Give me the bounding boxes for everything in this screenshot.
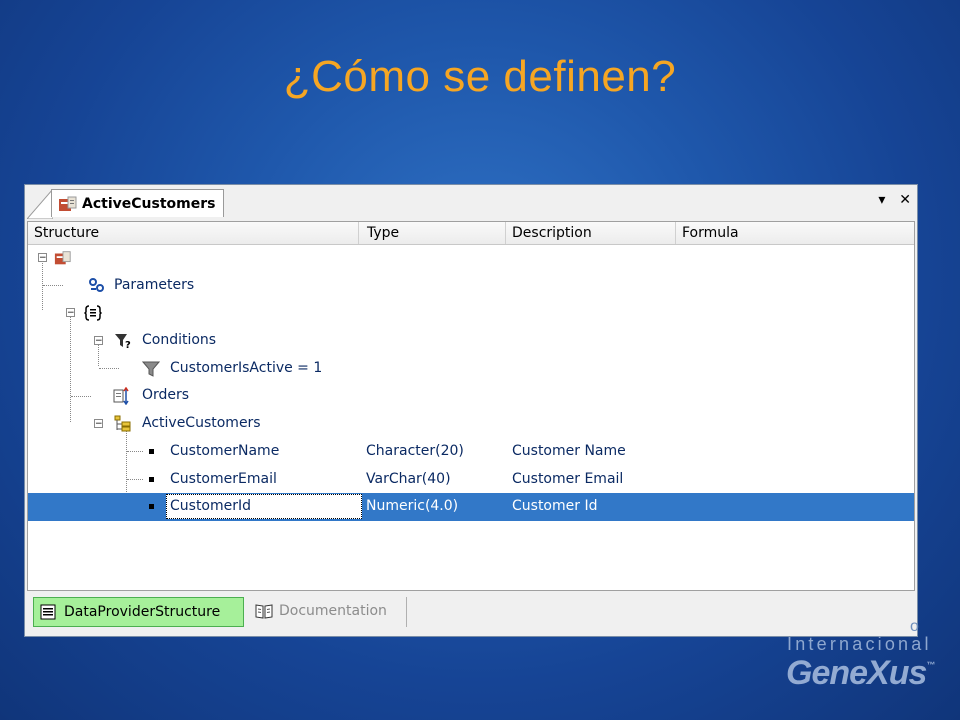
tab-dataproviderstructure[interactable]: DataProviderStructure — [33, 597, 244, 627]
structure-icon — [40, 604, 56, 620]
filter-icon — [142, 361, 160, 377]
attribute-description: Customer Name — [512, 442, 626, 459]
structure-grid: Structure Type Description Formula − Par… — [27, 221, 915, 591]
column-header-structure[interactable]: Structure — [28, 222, 359, 244]
tree-row-root[interactable]: − — [28, 244, 914, 272]
close-icon[interactable]: ✕ — [899, 192, 911, 208]
tree-row-orders[interactable]: Orders — [28, 382, 914, 410]
tree-row-activecustomers[interactable]: − ActiveCustomers — [28, 410, 914, 438]
tree-row-group[interactable]: − — [28, 299, 914, 327]
genexus-logo: GeneXus™ — [786, 654, 935, 692]
dataprovider-icon — [54, 251, 71, 265]
tab-documentation[interactable]: Documentation — [249, 597, 407, 627]
window-controls: ▾ ✕ — [868, 191, 911, 208]
tree-row-attribute[interactable]: CustomerEmail VarChar(40) Customer Email — [28, 466, 914, 494]
collapse-toggle-icon[interactable]: − — [38, 253, 47, 263]
pin-dropdown-icon[interactable]: ▾ — [878, 192, 885, 208]
svg-text:?: ? — [125, 340, 131, 350]
attribute-name-editor[interactable]: CustomerId — [166, 494, 362, 520]
tree-row-condition-item[interactable]: CustomerIsActive = 1 — [28, 355, 914, 383]
bullet-icon — [149, 448, 154, 454]
attribute-type: Character(20) — [366, 442, 464, 459]
tree-row-conditions[interactable]: − ? Conditions — [28, 327, 914, 355]
document-tabstrip: ActiveCustomers ▾ ✕ — [25, 185, 917, 219]
tree-rows: − Parameters − − ? Conditions CustomerIs… — [28, 244, 914, 521]
tree-row-parameters[interactable]: Parameters — [28, 272, 914, 300]
column-header-formula[interactable]: Formula — [676, 222, 916, 244]
collection-icon — [114, 415, 131, 432]
tab-activecustomers[interactable]: ActiveCustomers — [51, 189, 225, 217]
attribute-type: Numeric(4.0) — [366, 498, 459, 515]
attribute-name: CustomerEmail — [170, 470, 277, 487]
tree-row-attribute-selected[interactable]: CustomerId Numeric(4.0) Customer Id — [28, 493, 914, 521]
tree-node-label: Orders — [142, 387, 190, 404]
tree-node-label: ActiveCustomers — [142, 415, 261, 432]
bullet-icon — [149, 504, 154, 510]
tab-label: DataProviderStructure — [64, 604, 221, 620]
conditions-icon: ? — [115, 334, 131, 350]
tree-node-label: Parameters — [114, 276, 195, 293]
column-header-type[interactable]: Type — [361, 222, 506, 244]
tab-label: Documentation — [279, 603, 387, 619]
parameters-icon — [89, 277, 104, 292]
data-provider-window: ActiveCustomers ▾ ✕ Structure Type Descr… — [24, 184, 918, 637]
dataprovider-icon — [59, 196, 77, 211]
tab-title: ActiveCustomers — [82, 196, 216, 212]
attribute-description: Customer Id — [512, 498, 598, 515]
attribute-name: CustomerName — [170, 442, 280, 459]
collapse-toggle-icon[interactable]: − — [66, 308, 75, 318]
attribute-description: Customer Email — [512, 470, 624, 487]
collapse-toggle-icon[interactable]: − — [94, 419, 103, 429]
bullet-icon — [149, 476, 154, 482]
tab-slant-decoration — [27, 189, 53, 219]
attribute-type: VarChar(40) — [366, 470, 451, 487]
logo-brand: GeneXus — [786, 654, 927, 692]
book-icon — [255, 604, 273, 619]
column-header-description[interactable]: Description — [506, 222, 676, 244]
collapse-toggle-icon[interactable]: − — [94, 336, 103, 346]
slide-title: ¿Cómo se definen? — [283, 52, 677, 101]
tree-row-attribute[interactable]: CustomerName Character(20) Customer Name — [28, 438, 914, 466]
tree-node-label: Conditions — [142, 332, 217, 349]
logo-subtitle: Internacional — [787, 634, 932, 654]
group-icon — [84, 305, 102, 322]
grid-header: Structure Type Description Formula — [28, 222, 914, 245]
tree-node-label: CustomerIsActive = 1 — [170, 359, 323, 376]
orders-icon — [113, 387, 129, 406]
